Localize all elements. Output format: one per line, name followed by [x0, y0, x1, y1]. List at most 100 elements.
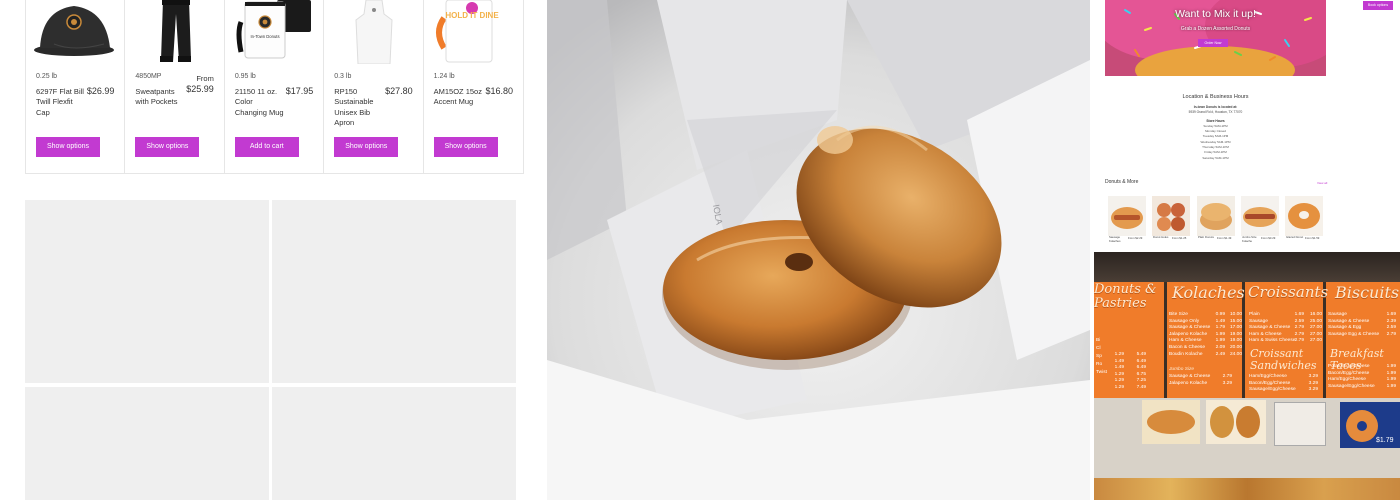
product-name[interactable]: AM15OZ 15oz Accent Mug	[434, 87, 486, 108]
product-weight: 1.24 lb	[433, 73, 455, 80]
board-price-line: Sausage/Egg/Cheese	[1249, 387, 1296, 393]
color-changing-mug-image[interactable]: In-Town Donuts	[233, 0, 317, 64]
board-price-line: 1.69	[1386, 312, 1396, 317]
product-card[interactable]: HOLD IT DINE 1.24 lb AM15OZ 15oz Accent …	[424, 0, 523, 173]
board-price-line: Sausage & Egg	[1328, 325, 1362, 331]
show-options-button[interactable]: Show options	[135, 137, 200, 157]
donuts-more-title: Donuts & More	[1105, 179, 1139, 185]
board-header: Croissants	[1248, 283, 1329, 301]
jumbo-kolache-image[interactable]	[1241, 196, 1279, 236]
price-value: $16.80	[485, 86, 514, 96]
mug-text: HOLD IT DINE	[445, 11, 499, 20]
board-price-line: 3.29	[1222, 380, 1232, 386]
board-header: Kolaches	[1172, 283, 1245, 302]
board-price-line: 7.49	[1136, 385, 1146, 390]
price-value: $27.80	[385, 86, 413, 96]
plain-donuts-image[interactable]	[1197, 196, 1235, 236]
product-price: $26.99	[87, 86, 115, 96]
corner-price: $1.79	[1376, 437, 1394, 444]
menu-item-price: From $2.29	[1128, 236, 1143, 240]
placeholder-tile	[272, 200, 516, 383]
address: In-town Donuts is located at: 5939 Grand…	[1105, 105, 1326, 115]
location-title: Location & Business Hours	[1182, 94, 1249, 100]
accent-mug-image[interactable]: HOLD IT DINE	[432, 0, 516, 64]
hours-title: Store Hours	[1206, 119, 1225, 123]
board-price-line: 1.49	[1114, 365, 1124, 371]
order-now-button[interactable]: Order Now	[1198, 39, 1228, 47]
promo-sign	[1274, 402, 1326, 446]
menu-item-name[interactable]: Plain Donuts	[1198, 235, 1216, 240]
product-name[interactable]: RP150 Sustainable Unisex Bib Apron	[334, 87, 386, 129]
board-price-line: 1.29	[1114, 385, 1124, 390]
show-options-button[interactable]: Show options	[334, 137, 399, 157]
board-price-line: 7.25	[1136, 378, 1146, 384]
board-price-line: 6.49	[1136, 365, 1146, 371]
product-weight: 0.25 lb	[36, 73, 58, 80]
placeholder-tile	[25, 387, 269, 500]
hero-banner: Want to Mix it up! Grab a Dozen Assorted…	[1095, 0, 1345, 94]
glazed-donut-image[interactable]	[1285, 196, 1323, 236]
view-all-link[interactable]: View all	[1317, 181, 1327, 185]
board-price-line: 1.69	[1294, 312, 1304, 317]
hero-subtitle: Grab a Dozen Assorted Donuts	[1180, 26, 1251, 32]
board-price-line: 2.49	[1215, 351, 1225, 357]
hours-line: Tuesday 5AM-1PM	[1202, 134, 1229, 138]
show-options-button[interactable]: Show options	[433, 137, 498, 157]
board-header: Biscuits	[1335, 283, 1400, 302]
board-price-line: 20.00	[1229, 345, 1242, 350]
price-value: $25.99	[186, 84, 214, 94]
price-value: $17.95	[285, 86, 314, 96]
donut-photo: IOLA	[547, 0, 1090, 500]
add-to-cart-button[interactable]: Add to cart	[234, 137, 299, 157]
board-price-line: 27.00	[1309, 325, 1322, 331]
menu-item-name[interactable]: Glazed Donut	[1286, 235, 1304, 240]
product-card[interactable]: In-Town Donuts 0.95 lb 21150 11 oz. Colo…	[225, 0, 325, 173]
price-value: $26.99	[86, 86, 115, 96]
board-price-line: 16.00	[1309, 312, 1322, 317]
black-cap-image[interactable]	[34, 0, 118, 64]
board-price-line: Bi	[1096, 338, 1101, 343]
board-price-line: 2.59	[1386, 325, 1396, 331]
black-sweatpants-image[interactable]	[133, 0, 217, 64]
product-price: From $25.99	[186, 74, 214, 94]
board-price-line: Ham & Cheese	[1169, 338, 1202, 344]
product-card[interactable]: 0.3 lb RP150 Sustainable Unisex Bib Apro…	[324, 0, 424, 173]
product-weight: 0.95 lb	[234, 73, 256, 80]
product-name[interactable]: Sweatpants with Pockets	[135, 87, 187, 108]
product-name[interactable]: 21150 11 oz. Color Changing Mug	[235, 87, 287, 118]
board-price-line: 1.99	[1386, 383, 1396, 389]
product-card[interactable]: 4850MP Sweatpants with Pockets From $25.…	[125, 0, 225, 173]
board-price-line: 3.29	[1308, 374, 1318, 379]
board-price-line: Sausage & Cheese	[1249, 325, 1291, 331]
board-price-line: 5.49	[1136, 352, 1146, 357]
board-header: Donuts & Pastries	[1094, 282, 1157, 311]
sausage-kolache-image[interactable]	[1108, 196, 1146, 236]
donut-holes-image[interactable]	[1152, 196, 1190, 236]
show-options-button[interactable]: Show options	[36, 137, 100, 157]
board-price-line: 1.99	[1215, 338, 1225, 344]
board-price-line: Sausage & Cheese	[1169, 374, 1211, 379]
board-price-line: 2.79	[1294, 325, 1304, 331]
board-price-line: Plain	[1249, 312, 1260, 317]
board-price-line: Ro	[1096, 362, 1103, 367]
board-price-line: 10.00	[1229, 312, 1242, 317]
top-nav-button[interactable]: Book options	[1363, 1, 1393, 10]
menu-item-name[interactable]: Jumbo Size Kolache	[1242, 235, 1260, 243]
board-price-line: Sausage/Egg/Cheese	[1328, 383, 1375, 389]
product-grid: 0.25 lb 6297F Flat Bill Twill Flexfit Ca…	[25, 0, 524, 174]
board-price-line: 3.29	[1308, 387, 1318, 393]
product-card[interactable]: 0.25 lb 6297F Flat Bill Twill Flexfit Ca…	[26, 0, 126, 173]
menu-item-name[interactable]: Sausage Kolaches	[1109, 235, 1127, 243]
product-name[interactable]: 6297F Flat Bill Twill Flexfit Cap	[36, 87, 88, 118]
white-apron-image[interactable]	[332, 0, 416, 64]
hours-line: Monday Closed	[1205, 129, 1226, 133]
board-subheader: Croissant Sandwiches	[1250, 347, 1317, 372]
board-price-line: 1.29	[1114, 378, 1124, 384]
board-price-line: Sausage Egg & Cheese	[1328, 331, 1380, 337]
board-price-line: Jalapeno Kolache	[1169, 380, 1208, 386]
menu-item-name[interactable]: Donut Holes	[1153, 235, 1171, 240]
mug-text: In-Town Donuts	[250, 34, 279, 39]
ceiling	[1094, 252, 1400, 282]
hours-line: Thursday 5AM-1PM	[1202, 145, 1229, 149]
hours-line: Wednesday 5AM-1PM	[1200, 140, 1231, 144]
